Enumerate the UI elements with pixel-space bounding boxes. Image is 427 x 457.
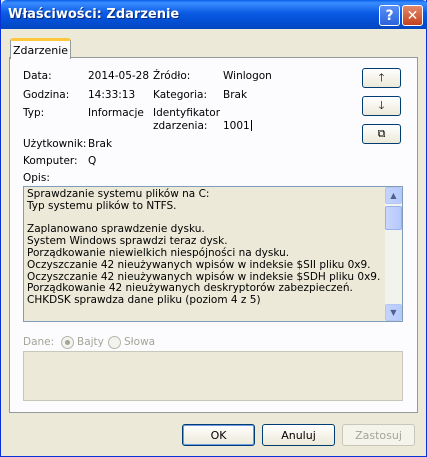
help-icon: ?	[385, 7, 394, 24]
type-label: Typ:	[23, 107, 45, 119]
event-id-label-line1: Identyfikator	[153, 107, 221, 119]
copy-button[interactable]: ⧉	[362, 124, 401, 144]
previous-event-button[interactable]: 🡑	[362, 68, 401, 88]
computer-label: Komputer:	[23, 155, 78, 167]
data-textbox[interactable]	[23, 351, 403, 401]
tab-zdarzenie[interactable]: Zdarzenie	[10, 38, 71, 59]
apply-button[interactable]: Zastosuj	[342, 424, 415, 446]
tab-label: Zdarzenie	[12, 43, 69, 57]
category-label: Kategoria:	[153, 89, 208, 101]
description-line: Oczyszczanie 42 nieużywanych wpisów w in…	[27, 258, 371, 271]
user-value: Brak	[88, 138, 113, 150]
words-radio[interactable]	[108, 336, 121, 349]
type-value: Informacje	[88, 107, 144, 119]
radio-selected-dot	[65, 340, 70, 345]
event-id-value: 1001	[223, 120, 250, 132]
description-text: Sprawdzanie systemu plików na C: Typ syst…	[27, 188, 385, 307]
computer-value: Q	[88, 155, 97, 167]
title-bar[interactable]: Właściwości: Zdarzenie ? ✕	[1, 0, 427, 29]
words-radio-label: Słowa	[124, 336, 156, 348]
description-scrollbar[interactable]: ▲ ▼	[385, 187, 402, 321]
description-textbox[interactable]: Sprawdzanie systemu plików na C: Typ syst…	[23, 186, 403, 322]
description-line: Typ systemu plików to NTFS.	[27, 199, 177, 212]
scroll-down-button[interactable]: ▼	[385, 304, 402, 321]
next-event-button[interactable]: 🡓	[362, 96, 401, 116]
category-value: Brak	[223, 89, 248, 101]
scroll-down-icon: ▼	[390, 308, 397, 317]
event-id-label-line2: zdarzenia:	[153, 120, 208, 132]
time-value: 14:33:13	[88, 89, 136, 101]
event-id-field[interactable]: 1001	[223, 120, 252, 132]
ok-button-label: OK	[210, 428, 227, 442]
close-icon: ✕	[406, 7, 419, 24]
description-label: Opis:	[23, 172, 50, 184]
ok-button[interactable]: OK	[182, 424, 255, 446]
cancel-button-label: Anuluj	[281, 428, 316, 442]
source-value: Winlogon	[223, 70, 272, 82]
cancel-button[interactable]: Anuluj	[262, 424, 335, 446]
window-title: Właściwości: Zdarzenie	[8, 7, 180, 22]
time-label: Godzina:	[23, 89, 70, 101]
bytes-radio[interactable]	[61, 336, 74, 349]
data-label: Dane:	[23, 336, 55, 348]
description-line: Porządkowanie niewielkich niespójności n…	[27, 246, 290, 259]
scroll-up-button[interactable]: ▲	[385, 187, 402, 204]
date-value: 2014-05-28	[88, 70, 150, 82]
user-label: Użytkownik:	[23, 138, 87, 150]
apply-button-label: Zastosuj	[355, 428, 402, 442]
help-button[interactable]: ?	[379, 5, 400, 26]
copy-icon: ⧉	[377, 127, 386, 140]
text-caret	[250, 120, 252, 131]
date-label: Data:	[23, 70, 52, 82]
scroll-up-icon: ▲	[390, 191, 397, 200]
close-button[interactable]: ✕	[402, 5, 423, 26]
scroll-thumb[interactable]	[385, 206, 402, 230]
bytes-radio-label: Bajty	[77, 336, 104, 348]
arrow-up-icon: 🡑	[378, 70, 385, 84]
source-label: Źródło:	[153, 70, 191, 82]
event-properties-dialog: Właściwości: Zdarzenie ? ✕ Zdarzenie Dat…	[0, 0, 427, 457]
description-line: CHKDSK sprawdza dane pliku (poziom 4 z 5…	[27, 294, 261, 307]
arrow-down-icon: 🡓	[378, 98, 385, 112]
